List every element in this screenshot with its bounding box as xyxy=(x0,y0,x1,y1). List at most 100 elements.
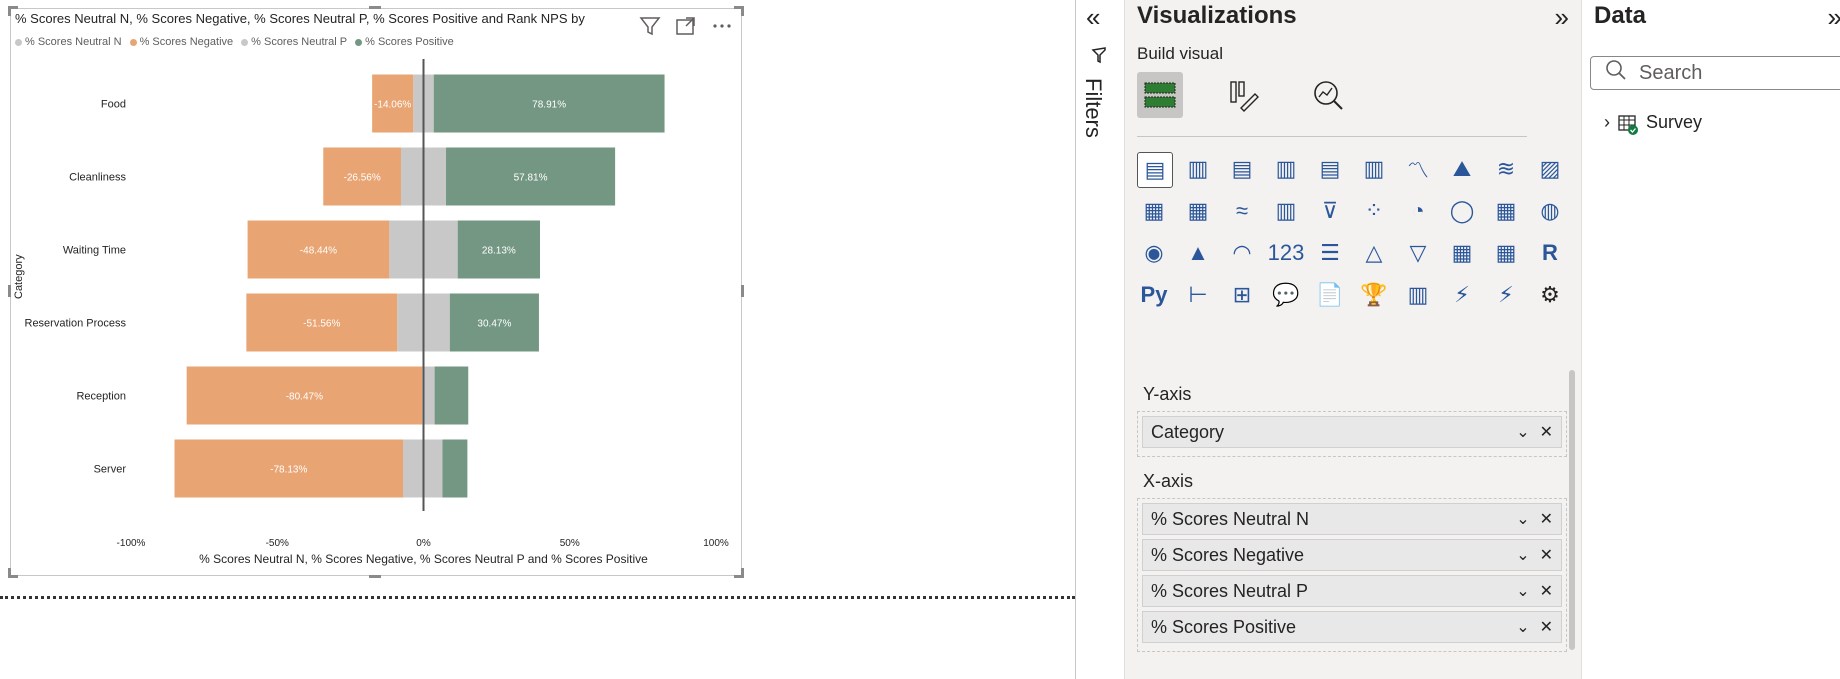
stacked-area-chart-icon[interactable]: ≋ xyxy=(1489,152,1523,186)
resize-handle[interactable] xyxy=(369,575,381,578)
y-axis-well-label: Y-axis xyxy=(1143,384,1192,404)
resize-handle[interactable] xyxy=(741,568,744,578)
analytics-tab[interactable] xyxy=(1305,72,1351,118)
multi-row-card-icon[interactable]: ☰ xyxy=(1313,236,1347,270)
pie-chart-icon[interactable]: ◔ xyxy=(1401,194,1435,228)
format-visual-tab[interactable] xyxy=(1221,72,1267,118)
close-icon[interactable]: ✕ xyxy=(1540,509,1553,529)
power-apps-icon[interactable]: ⚡ xyxy=(1445,278,1479,312)
map-icon[interactable]: ◍ xyxy=(1533,194,1567,228)
filled-map-icon[interactable]: ◉ xyxy=(1137,236,1171,270)
close-icon[interactable]: ✕ xyxy=(1540,422,1553,442)
close-icon[interactable]: ✕ xyxy=(1540,545,1553,565)
bar-neutral-n xyxy=(397,293,424,352)
area-chart-icon[interactable]: ⛰ xyxy=(1445,152,1479,186)
chart-plot: Food -14.06% 78.91% Cleanliness -26.56% 57.81… xyxy=(25,59,729,566)
filter-icon xyxy=(1090,46,1110,72)
close-icon[interactable]: ✕ xyxy=(1540,617,1553,637)
field-pill[interactable]: % Scores Neutral N ⌄ ✕ xyxy=(1142,503,1562,535)
resize-handle[interactable] xyxy=(8,568,11,578)
chevron-down-icon[interactable]: ⌄ xyxy=(1516,422,1529,442)
double-chevron-right-icon[interactable]: » xyxy=(1828,2,1840,33)
funnel-icon[interactable]: ⊽ xyxy=(1313,194,1347,228)
data-label: -80.47% xyxy=(286,392,323,403)
stacked-bar-chart-icon[interactable]: ▤ xyxy=(1137,152,1173,188)
close-icon[interactable]: ✕ xyxy=(1540,581,1553,601)
resize-handle[interactable] xyxy=(741,6,744,16)
double-chevron-right-icon[interactable]: » xyxy=(1555,2,1569,33)
page-boundary xyxy=(0,596,1075,599)
more-visuals-icon[interactable]: ⚙ xyxy=(1533,278,1567,312)
category-label: Reservation Process xyxy=(25,318,127,330)
table-icon[interactable]: ▦ xyxy=(1445,236,1479,270)
field-pill[interactable]: Category ⌄ ✕ xyxy=(1142,416,1562,448)
azure-map-icon[interactable]: ▲ xyxy=(1181,236,1215,270)
100-stacked-column-chart-icon[interactable]: ▥ xyxy=(1357,152,1391,186)
resize-handle[interactable] xyxy=(369,6,381,9)
slicer-icon[interactable]: ▽ xyxy=(1401,236,1435,270)
search-box[interactable] xyxy=(1590,56,1840,90)
resize-handle[interactable] xyxy=(8,6,11,16)
resize-handle[interactable] xyxy=(741,285,744,297)
donut-chart-icon[interactable]: ◯ xyxy=(1445,194,1479,228)
kpi-icon[interactable]: △ xyxy=(1357,236,1391,270)
key-influencers-icon[interactable]: ⊢ xyxy=(1181,278,1215,312)
field-wells: Y-axis Category ⌄ ✕ X-axis % Scores Neutra… xyxy=(1137,370,1567,658)
chevron-down-icon[interactable]: ⌄ xyxy=(1516,617,1529,637)
data-label: -78.13% xyxy=(270,465,307,476)
field-pill[interactable]: % Scores Neutral P ⌄ ✕ xyxy=(1142,575,1562,607)
gauge-icon[interactable]: ◠ xyxy=(1225,236,1259,270)
bar-neutral-p xyxy=(423,293,450,352)
paginated-report-icon[interactable]: ▥ xyxy=(1401,278,1435,312)
field-name: % Scores Neutral N xyxy=(1151,508,1310,529)
chevron-right-icon[interactable]: › xyxy=(1604,112,1610,133)
decomposition-tree-icon[interactable]: ⊞ xyxy=(1225,278,1259,312)
field-pill[interactable]: % Scores Positive ⌄ ✕ xyxy=(1142,611,1562,643)
matrix-icon[interactable]: ▦ xyxy=(1489,236,1523,270)
bar-neutral-n xyxy=(403,439,424,498)
double-chevron-left-icon[interactable]: « xyxy=(1086,2,1100,33)
category-label: Reception xyxy=(76,391,126,403)
100-stacked-area-chart-icon[interactable]: ▨ xyxy=(1533,152,1567,186)
qa-icon[interactable]: 💬 xyxy=(1269,278,1303,312)
power-automate-icon[interactable]: ⚡ xyxy=(1489,278,1523,312)
bar-neutral-p xyxy=(423,74,434,133)
line-chart-icon[interactable]: 〽 xyxy=(1401,152,1435,186)
filters-pane[interactable]: « Filters xyxy=(1076,0,1125,679)
field-pill[interactable]: % Scores Negative ⌄ ✕ xyxy=(1142,539,1562,571)
narrative-icon[interactable]: 📄 xyxy=(1313,278,1347,312)
visualizations-pane: Visualizations » Build visual ▤ ▥ ▤ ▥ ▤ ▥ 〽 ⛰ ≋ ▨… xyxy=(1125,0,1582,679)
100-stacked-bar-chart-icon[interactable]: ▤ xyxy=(1313,152,1347,186)
bar-neutral-n xyxy=(413,74,424,133)
ribbon-chart-icon[interactable]: ≈ xyxy=(1225,194,1259,228)
chevron-down-icon[interactable]: ⌄ xyxy=(1516,581,1529,601)
waterfall-chart-icon[interactable]: ▥ xyxy=(1269,194,1303,228)
clustered-bar-chart-icon[interactable]: ▤ xyxy=(1225,152,1259,186)
r-visual-icon[interactable]: R xyxy=(1533,236,1567,270)
treemap-icon[interactable]: ▦ xyxy=(1489,194,1523,228)
table-node[interactable]: › Survey xyxy=(1604,112,1702,135)
resize-handle[interactable] xyxy=(8,285,11,297)
data-label: -26.56% xyxy=(344,173,381,184)
field-name: % Scores Neutral P xyxy=(1151,580,1309,601)
diverging-bar-visual[interactable]: % Scores Neutral N, % Scores Negative, %… xyxy=(8,6,744,578)
stacked-column-chart-icon[interactable]: ▥ xyxy=(1181,152,1215,186)
chevron-down-icon[interactable]: ⌄ xyxy=(1516,545,1529,565)
y-axis-well[interactable]: Category ⌄ ✕ xyxy=(1137,411,1567,457)
filters-label[interactable]: Filters xyxy=(1080,78,1106,138)
pane-scrollbar[interactable] xyxy=(1569,370,1575,650)
trophy-icon[interactable]: 🏆 xyxy=(1357,278,1391,312)
search-input[interactable] xyxy=(1637,60,1811,86)
build-visual-tab[interactable] xyxy=(1137,72,1183,118)
card-icon[interactable]: 123 xyxy=(1268,236,1305,270)
clustered-column-chart-icon[interactable]: ▥ xyxy=(1269,152,1303,186)
bar-neutral-p xyxy=(423,147,447,206)
line-and-stacked-column-chart-icon[interactable]: ▦ xyxy=(1137,194,1171,228)
python-visual-icon[interactable]: Py xyxy=(1137,278,1171,312)
chevron-down-icon[interactable]: ⌄ xyxy=(1516,509,1529,529)
x-tick-label: 100% xyxy=(703,538,729,549)
line-and-clustered-column-chart-icon[interactable]: ▦ xyxy=(1181,194,1215,228)
bar-neutral-p xyxy=(423,220,458,279)
x-axis-well[interactable]: % Scores Neutral N ⌄ ✕ % Scores Negative ⌄ ✕… xyxy=(1137,498,1567,652)
scatter-chart-icon[interactable]: ⁘ xyxy=(1357,194,1391,228)
